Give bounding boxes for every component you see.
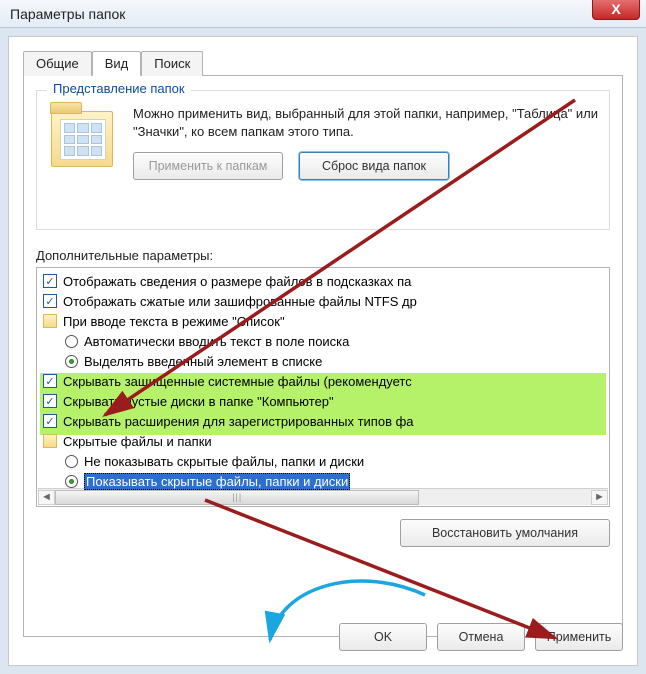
folder-node-icon bbox=[43, 314, 57, 328]
tree-item[interactable]: Автоматически вводить текст в поле поиск… bbox=[39, 331, 607, 351]
tree-item[interactable]: Скрывать пустые диски в папке "Компьютер… bbox=[39, 391, 607, 411]
tree-item-label: Отображать сжатые или зашифрованные файл… bbox=[63, 294, 417, 309]
tree-item-label: Скрывать расширения для зарегистрированн… bbox=[63, 414, 414, 429]
folder-view-group: Представление папок Можно применить вид,… bbox=[36, 90, 610, 230]
radio-icon[interactable] bbox=[65, 355, 78, 368]
tree-item-label: Показывать скрытые файлы, папки и диски bbox=[84, 473, 350, 490]
tree-item-label: Выделять введенный элемент в списке bbox=[84, 354, 322, 369]
radio-icon[interactable] bbox=[65, 475, 78, 488]
tabstrip: Общие Вид Поиск bbox=[23, 51, 623, 76]
tree-item-label: Автоматически вводить текст в поле поиск… bbox=[84, 334, 349, 349]
checkbox-icon[interactable] bbox=[43, 394, 57, 408]
checkbox-icon[interactable] bbox=[43, 374, 57, 388]
radio-icon[interactable] bbox=[65, 455, 78, 468]
folder-view-description: Можно применить вид, выбранный для этой … bbox=[133, 105, 599, 140]
apply-button[interactable]: Применить bbox=[535, 623, 623, 651]
tree-item-label: Скрывать защищенные системные файлы (рек… bbox=[63, 374, 412, 389]
ok-button[interactable]: OK bbox=[339, 623, 427, 651]
reset-folder-view-button[interactable]: Сброс вида папок bbox=[299, 152, 449, 180]
window-title: Параметры папок bbox=[10, 6, 125, 22]
tree-item[interactable]: При вводе текста в режиме "Список" bbox=[39, 311, 607, 331]
folder-node-icon bbox=[43, 434, 57, 448]
advanced-label: Дополнительные параметры: bbox=[36, 248, 610, 263]
titlebar: Параметры папок X bbox=[0, 0, 646, 28]
tree-item[interactable]: Отображать сведения о размере файлов в п… bbox=[39, 271, 607, 291]
tab-panel-view: Представление папок Можно применить вид,… bbox=[23, 75, 623, 637]
tab-search[interactable]: Поиск bbox=[141, 51, 203, 76]
dialog-buttons: OK Отмена Применить bbox=[339, 623, 623, 651]
tree-item[interactable]: Скрытые файлы и папки bbox=[39, 431, 607, 451]
scroll-right-arrow-icon[interactable]: ► bbox=[591, 490, 608, 505]
tree-item[interactable]: Скрывать защищенные системные файлы (рек… bbox=[39, 371, 607, 391]
close-icon: X bbox=[611, 1, 620, 17]
scroll-left-arrow-icon[interactable]: ◄ bbox=[38, 490, 55, 505]
group-title: Представление папок bbox=[47, 81, 191, 96]
scroll-track[interactable]: ||| bbox=[55, 490, 591, 505]
tree-item-label: Скрывать пустые диски в папке "Компьютер… bbox=[63, 394, 334, 409]
tree-item[interactable]: Не показывать скрытые файлы, папки и дис… bbox=[39, 451, 607, 471]
folder-icon bbox=[51, 111, 113, 167]
dialog-body: Общие Вид Поиск Представление папок Можн… bbox=[8, 36, 638, 666]
advanced-tree[interactable]: Отображать сведения о размере файлов в п… bbox=[36, 267, 610, 507]
radio-icon[interactable] bbox=[65, 335, 78, 348]
tree-item[interactable]: Скрывать расширения для зарегистрированн… bbox=[39, 411, 607, 431]
checkbox-icon[interactable] bbox=[43, 414, 57, 428]
tree-item[interactable]: Выделять введенный элемент в списке bbox=[39, 351, 607, 371]
tree-item-label: Отображать сведения о размере файлов в п… bbox=[63, 274, 411, 289]
checkbox-icon[interactable] bbox=[43, 294, 57, 308]
tree-item-label: Не показывать скрытые файлы, папки и дис… bbox=[84, 454, 364, 469]
tree-item[interactable]: Показывать скрытые файлы, папки и диски bbox=[39, 471, 607, 491]
tree-item-label: Скрытые файлы и папки bbox=[63, 434, 212, 449]
tree-item-label: При вводе текста в режиме "Список" bbox=[63, 314, 285, 329]
tree-item[interactable]: Отображать сжатые или зашифрованные файл… bbox=[39, 291, 607, 311]
checkbox-icon[interactable] bbox=[43, 274, 57, 288]
tab-view[interactable]: Вид bbox=[92, 51, 142, 76]
close-button[interactable]: X bbox=[592, 0, 640, 20]
scroll-thumb[interactable]: ||| bbox=[55, 490, 419, 505]
apply-to-folders-button[interactable]: Применить к папкам bbox=[133, 152, 283, 180]
tab-general[interactable]: Общие bbox=[23, 51, 92, 76]
cancel-button[interactable]: Отмена bbox=[437, 623, 525, 651]
restore-defaults-button[interactable]: Восстановить умолчания bbox=[400, 519, 610, 547]
